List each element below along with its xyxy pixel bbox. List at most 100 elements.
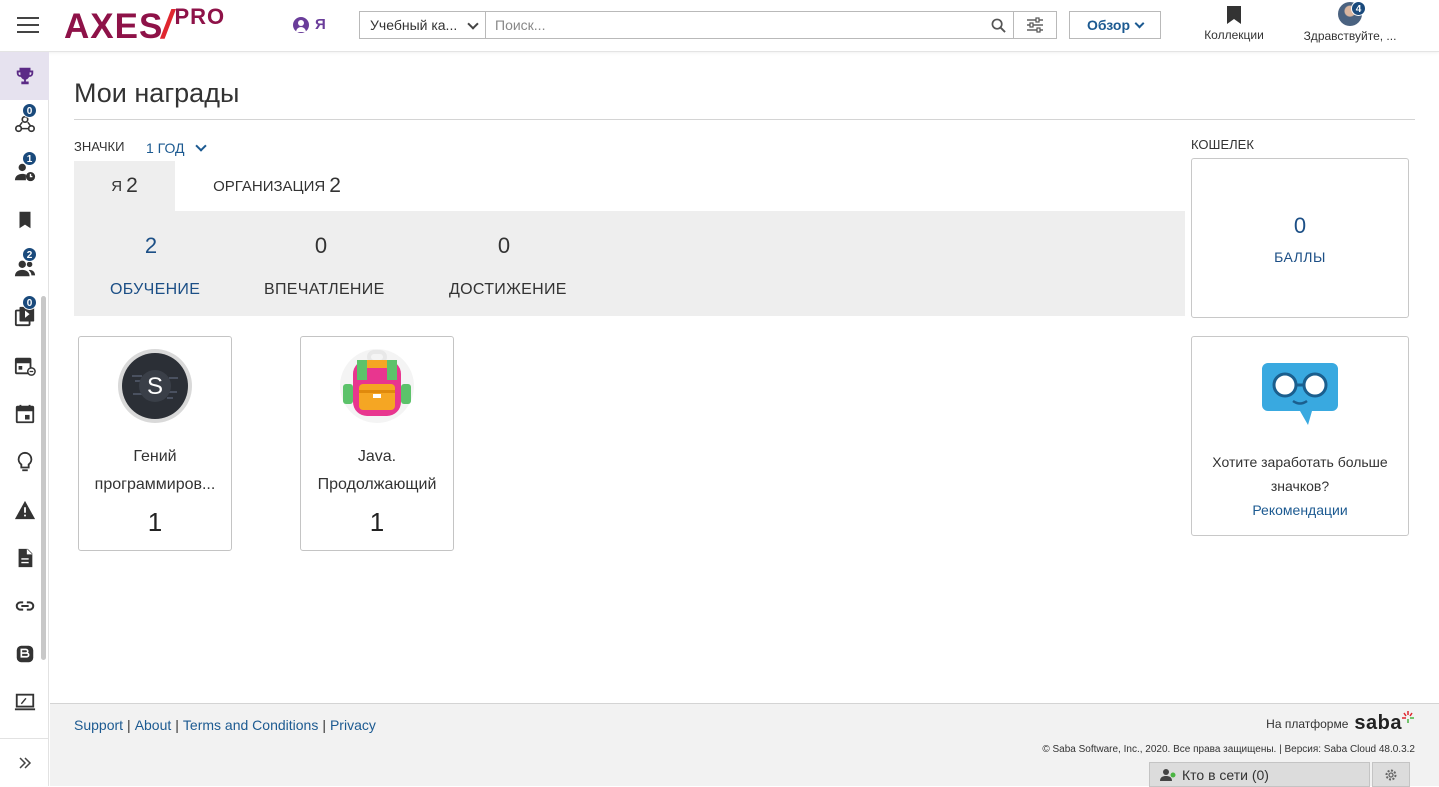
backpack-badge-icon <box>340 349 414 423</box>
search-input[interactable] <box>486 12 983 38</box>
who-online-button[interactable]: Кто в сети (0) <box>1149 762 1370 787</box>
sidebar-item-awards[interactable] <box>0 52 49 100</box>
stat-achievement[interactable]: 0 ДОСТИЖЕНИЕ <box>449 233 567 299</box>
axes-pro-logo[interactable]: AXES/PRO <box>64 3 226 47</box>
stat-achievement-value: 0 <box>497 233 511 258</box>
tab-me-label: Я <box>111 177 123 195</box>
lightbulb-icon <box>17 451 32 472</box>
terms-link[interactable]: Terms and Conditions <box>183 717 318 733</box>
sidebar-item-bookmarks[interactable] <box>0 196 49 244</box>
logo-slash: / <box>161 3 173 47</box>
stat-learning-value: 2 <box>144 233 158 258</box>
chevron-down-icon <box>467 18 479 30</box>
tab-me-count: 2 <box>126 174 138 197</box>
stat-impression[interactable]: 0 ВПЕЧАТЛЕНИЕ <box>264 233 385 299</box>
double-chevron-right-icon <box>18 756 31 769</box>
about-link[interactable]: About <box>135 717 172 733</box>
badge-name-line1: Java. <box>357 448 397 465</box>
team-badge: 0 <box>22 103 37 118</box>
sidebar-item-user-activity[interactable]: 1 <box>0 148 49 196</box>
stat-impression-label: ВПЕЧАТЛЕНИЕ <box>264 281 385 298</box>
tab-organization[interactable]: ОРГАНИЗАЦИЯ 2 <box>195 161 359 211</box>
stat-achievement-label: ДОСТИЖЕНИЕ <box>449 281 567 298</box>
search-filter-button[interactable] <box>1013 12 1056 38</box>
badge-name-line2: программиров... <box>94 476 216 493</box>
logo-pro-text: PRO <box>174 4 226 29</box>
people-badge: 2 <box>22 247 37 262</box>
svg-text:S: S <box>147 373 163 400</box>
period-select[interactable]: 1 ГОД <box>146 140 207 156</box>
gear-icon <box>1385 769 1397 780</box>
recommendations-link[interactable]: Рекомендации <box>1192 498 1408 522</box>
user-circle-icon <box>293 16 309 33</box>
badge-count: 1 <box>369 507 385 537</box>
badge-count: 1 <box>147 507 163 537</box>
title-divider <box>74 119 1415 120</box>
calendar-icon <box>15 404 34 424</box>
sliders-icon <box>1027 17 1043 33</box>
me-link[interactable]: Я <box>293 16 326 33</box>
top-header: AXES/PRO Я Учебный ка... Поиск... Обзор … <box>0 0 1439 52</box>
me-label: Я <box>315 16 326 33</box>
user-online-icon <box>1160 768 1176 781</box>
promo-text: Хотите заработать больше значков? <box>1212 454 1388 494</box>
badge-name-line2: Продолжающий <box>317 476 437 493</box>
search-icon <box>991 18 1006 33</box>
privacy-link[interactable]: Privacy <box>330 717 376 733</box>
wallet-panel: 0 БАЛЛЫ <box>1191 158 1409 318</box>
chat-settings-button[interactable] <box>1372 762 1410 787</box>
document-icon <box>18 548 32 568</box>
powered-by-label: На платформе <box>1266 716 1349 731</box>
tab-organization-label: ОРГАНИЗАЦИЯ <box>213 177 326 195</box>
badges-label: ЗНАЧКИ <box>74 139 125 154</box>
browse-button[interactable]: Обзор <box>1069 11 1161 39</box>
wallet-label: КОШЕЛЕК <box>1191 137 1254 152</box>
blog-icon <box>16 645 33 663</box>
search-bar: Учебный ка... <box>359 11 1057 39</box>
browse-label: Обзор <box>1086 17 1131 33</box>
wallet-points-value: 0 <box>1293 213 1307 238</box>
period-value: 1 ГОД <box>146 140 185 156</box>
bookmark-icon <box>1227 6 1241 24</box>
greeting-label: Здравствуйте, ... <box>1303 29 1397 43</box>
logo-text: AXES <box>64 7 164 46</box>
saba-logo-mark-icon <box>1402 710 1414 723</box>
chevron-down-icon <box>194 140 207 152</box>
trophy-icon <box>16 67 33 85</box>
page-title: Мои награды <box>74 78 240 108</box>
who-online-label: Кто в сети (0) <box>1182 766 1269 783</box>
sidebar-item-people[interactable]: 2 <box>0 244 49 292</box>
badge-card[interactable]: S Гений программиров... 1 <box>78 336 232 551</box>
menu-icon[interactable] <box>17 17 39 35</box>
tab-me[interactable]: Я 2 <box>74 161 175 211</box>
support-link[interactable]: Support <box>74 717 123 733</box>
collections-button[interactable]: Коллекции <box>1198 6 1270 42</box>
footer-links: Support | About | Terms and Conditions | Priva… <box>74 717 376 733</box>
profile-menu[interactable]: Здравствуйте, ... <box>1298 2 1402 43</box>
search-scope-value: Учебный ка... <box>370 17 458 33</box>
chevron-down-icon <box>1134 18 1145 28</box>
saba-logo: saba <box>1354 712 1402 734</box>
recommendations-panel: Хотите заработать больше значков? Рекоме… <box>1191 336 1409 536</box>
stat-impression-value: 0 <box>314 233 328 258</box>
stat-learning-label: ОБУЧЕНИЕ <box>110 281 201 298</box>
warning-icon <box>14 500 35 520</box>
badge-stats-panel: 2 ОБУЧЕНИЕ 0 ВПЕЧАТЛЕНИЕ 0 ДОСТИЖЕНИЕ <box>74 211 1185 316</box>
collections-label: Коллекции <box>1204 28 1264 42</box>
badge-card[interactable]: Java. Продолжающий 1 <box>300 336 454 551</box>
left-sidebar: 0 1 2 0 <box>0 52 49 786</box>
sidebar-item-screen[interactable] <box>0 678 49 726</box>
wallet-points-label: БАЛЛЫ <box>1274 249 1326 265</box>
sidebar-item-team[interactable]: 0 <box>0 100 49 148</box>
badge-name-line1: Гений <box>133 448 177 465</box>
bookmark-icon <box>19 211 30 229</box>
search-button[interactable] <box>983 12 1013 38</box>
user-activity-badge: 1 <box>22 151 37 166</box>
sidebar-expand-button[interactable] <box>0 738 49 786</box>
stat-learning[interactable]: 2 ОБУЧЕНИЕ <box>110 233 201 299</box>
notification-badge: 4 <box>1351 1 1366 16</box>
sidebar-scrollbar[interactable] <box>41 296 46 660</box>
search-scope-select[interactable]: Учебный ка... <box>360 12 486 38</box>
glasses-chat-icon <box>1262 363 1338 425</box>
tab-organization-count: 2 <box>329 174 341 197</box>
